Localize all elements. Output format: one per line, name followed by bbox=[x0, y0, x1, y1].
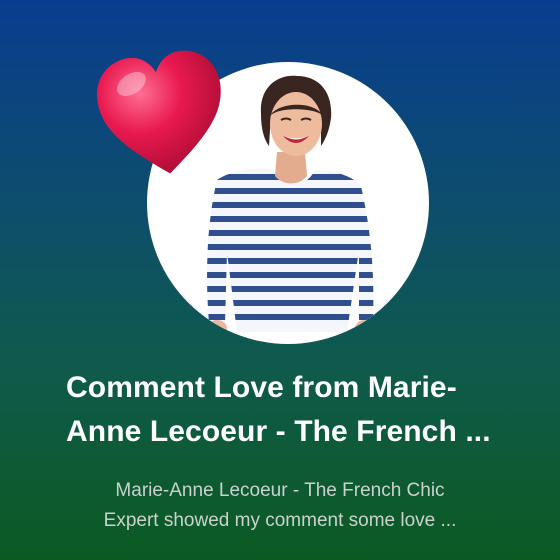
notification-message: Marie-Anne Lecoeur - The French Chic Exp… bbox=[0, 476, 560, 536]
message-line-1: Marie-Anne Lecoeur - The French Chic bbox=[115, 480, 445, 501]
comment-love-card[interactable]: Comment Love from Marie- Anne Lecoeur - … bbox=[0, 0, 560, 560]
heart-icon bbox=[88, 41, 237, 188]
notification-title: Comment Love from Marie- Anne Lecoeur - … bbox=[66, 366, 536, 454]
title-line-2: Anne Lecoeur - The French ... bbox=[66, 415, 491, 448]
message-line-2: Expert showed my comment some love ... bbox=[103, 510, 457, 531]
title-line-1: Comment Love from Marie- bbox=[66, 371, 457, 404]
